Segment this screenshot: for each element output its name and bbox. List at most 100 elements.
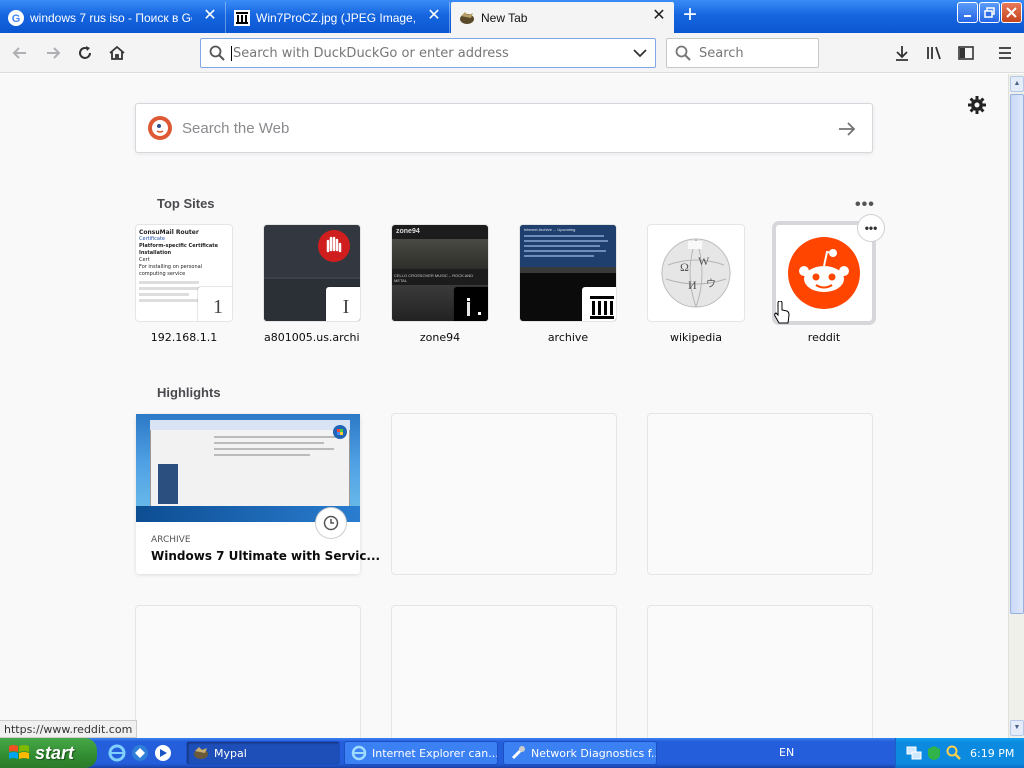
svg-text:И: И [688, 278, 697, 292]
site-thumbnail: zone94 CELLO CROSSOVER MUSIC – ROCK AND … [392, 225, 488, 321]
back-button[interactable] [8, 41, 32, 65]
tab-jpeg-image[interactable]: Win7ProCZ.jpg (JPEG Image, 192 ✕ [226, 2, 450, 33]
close-tab-icon[interactable]: ✕ [652, 8, 666, 24]
close-tab-icon[interactable]: ✕ [427, 8, 441, 24]
customize-button[interactable] [967, 95, 987, 115]
sidebar-icon [958, 46, 974, 60]
zone94-logo-icon [459, 292, 488, 321]
history-clock-icon [316, 508, 346, 538]
top-site-zone94[interactable]: zone94 CELLO CROSSOVER MUSIC – ROCK AND … [392, 225, 488, 344]
search-icon [675, 45, 691, 61]
reload-icon [79, 46, 91, 59]
status-link-url: https://www.reddit.com [0, 720, 138, 738]
restore-button[interactable] [979, 2, 1000, 23]
library-button[interactable] [922, 41, 946, 65]
language-indicator[interactable]: EN [779, 746, 794, 759]
thumb-line [139, 281, 199, 284]
outlook-express-icon[interactable] [131, 744, 149, 762]
highlight-card[interactable]: ARCHIVE Windows 7 Ultimate with Servic..… [136, 414, 380, 574]
thumb-line [139, 299, 204, 302]
site-mini-icon: I [326, 287, 360, 321]
archive-icon [234, 9, 250, 26]
tab-google-search[interactable]: G windows 7 rus iso - Поиск в Googl ✕ [0, 2, 226, 33]
thumb-text: Platform-specific Certificate Installati… [139, 243, 218, 256]
address-placeholder: Search with DuckDuckGo or enter address [233, 45, 509, 61]
system-clock[interactable]: 6:19 PM [970, 747, 1014, 760]
scroll-down-button[interactable]: ▼ [1010, 720, 1024, 736]
text-caret [231, 45, 232, 61]
navigation-toolbar: Search with DuckDuckGo or enter address … [0, 33, 1024, 73]
start-button[interactable]: start [0, 738, 97, 768]
svg-text:G: G [12, 13, 21, 25]
sidebar-button[interactable] [954, 41, 978, 65]
highlight-image [136, 414, 360, 522]
mypal-icon [194, 747, 208, 759]
task-label: Internet Explorer can... [372, 746, 498, 760]
archive-icon [590, 296, 614, 319]
network-icon[interactable] [906, 745, 922, 761]
taskbar-item-network-diagnostics[interactable]: Network Diagnostics f... [503, 741, 657, 765]
new-tab-button[interactable]: + [676, 3, 704, 28]
highlight-placeholder [648, 414, 872, 574]
security-shield-icon[interactable] [926, 745, 942, 761]
chevron-down-icon [633, 49, 647, 58]
site-label: 192.168.1.1 [150, 331, 218, 344]
top-site-archive-mirror[interactable]: I a801005.us.archi... [264, 225, 360, 344]
library-icon [927, 46, 941, 60]
site-label: reddit [807, 331, 841, 344]
network-diagnostics-icon [511, 746, 525, 760]
site-context-menu-button[interactable]: ••• [858, 215, 884, 241]
close-window-button[interactable] [1001, 2, 1022, 23]
close-tab-icon[interactable]: ✕ [203, 8, 217, 24]
firefox-icon [459, 10, 475, 26]
top-sites-heading: Top Sites [157, 196, 215, 211]
reload-button[interactable] [73, 41, 97, 65]
top-site-reddit[interactable]: ••• reddit [774, 215, 884, 344]
arrow-right-icon [839, 122, 856, 136]
site-thumbnail: Ω W И ウ [648, 225, 744, 321]
forward-button[interactable] [41, 41, 65, 65]
thumb-text: CELLO CROSSOVER MUSIC – ROCK AND METAL [394, 273, 474, 283]
menu-button[interactable] [993, 41, 1017, 65]
tab-new-tab[interactable]: New Tab ✕ [451, 2, 674, 33]
start-label: start [35, 742, 75, 763]
site-label: archive [547, 331, 589, 344]
hamburger-menu-icon [999, 47, 1011, 59]
highlights-heading: Highlights [157, 385, 221, 400]
google-icon: G [8, 9, 24, 26]
web-search-box[interactable]: Search the Web [135, 103, 873, 153]
reddit-icon [788, 237, 860, 309]
tab-title: Win7ProCZ.jpg (JPEG Image, 192 [256, 10, 418, 25]
media-player-icon[interactable] [154, 744, 172, 762]
windows-taskbar: start Mypal Internet Explorer can... Net… [0, 738, 1024, 768]
internet-explorer-icon [351, 745, 367, 761]
top-sites-menu-button[interactable]: ••• [855, 196, 875, 214]
search-tray-icon[interactable] [946, 745, 962, 761]
stop-hand-icon [318, 230, 350, 262]
address-bar[interactable]: Search with DuckDuckGo or enter address [200, 38, 656, 68]
minimize-button[interactable] [957, 2, 978, 23]
top-site-wikipedia[interactable]: Ω W И ウ wikipedia [648, 225, 744, 344]
thumb-text: Internet Archive ... Upcoming [524, 227, 576, 232]
search-placeholder: Search [699, 45, 744, 61]
gear-icon [968, 96, 986, 114]
site-label: a801005.us.archi... [264, 331, 360, 344]
taskbar-item-mypal[interactable]: Mypal [186, 741, 340, 765]
taskbar-item-internet-explorer[interactable]: Internet Explorer can... [344, 741, 498, 765]
site-thumbnail: I [264, 225, 360, 321]
vertical-scrollbar[interactable]: ▲ ▼ [1008, 74, 1024, 738]
downloads-button[interactable] [890, 41, 914, 65]
scroll-up-button[interactable]: ▲ [1010, 76, 1024, 92]
forward-arrow-icon [47, 47, 61, 59]
hand-cursor-icon [774, 301, 790, 324]
internet-explorer-icon[interactable] [108, 744, 126, 762]
window-controls [957, 2, 1022, 23]
top-site-archive[interactable]: Internet Archive ... Upcoming archive [520, 225, 616, 344]
scroll-thumb[interactable] [1010, 94, 1024, 614]
search-bar[interactable]: Search [666, 38, 819, 68]
home-button[interactable] [105, 41, 129, 65]
site-label: wikipedia [669, 331, 722, 344]
thumb-text: Cert [139, 257, 150, 263]
windows-logo-icon [9, 745, 29, 759]
top-site-192-168-1-1[interactable]: ConsuMail Router Certificate Platform-sp… [136, 225, 232, 344]
